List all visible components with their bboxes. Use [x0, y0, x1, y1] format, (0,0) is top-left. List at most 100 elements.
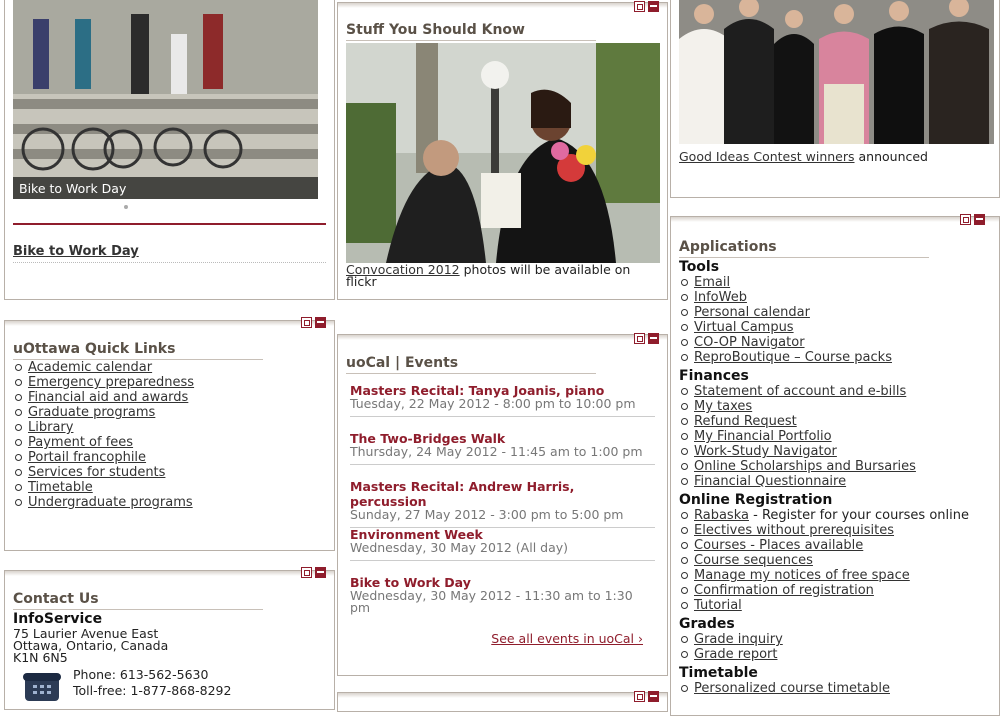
- app-link[interactable]: Manage my notices of free space: [694, 568, 910, 583]
- contest-link[interactable]: Good Ideas Contest winners: [679, 149, 855, 164]
- app-list-item[interactable]: Virtual Campus: [679, 320, 994, 335]
- quick-links-title: uOttawa Quick Links: [13, 341, 263, 360]
- app-list-item[interactable]: Online Scholarships and Bursaries: [679, 459, 994, 474]
- next-portlet: [337, 691, 668, 712]
- rabaska-link[interactable]: Rabaska: [694, 508, 749, 523]
- bike-photo[interactable]: Bike to Work Day: [13, 0, 318, 199]
- quick-link-item[interactable]: Graduate programs: [13, 405, 194, 420]
- app-list-item[interactable]: Manage my notices of free space: [679, 568, 994, 583]
- app-list-item[interactable]: Courses - Places available: [679, 538, 994, 553]
- app-list-item[interactable]: ReproBoutique – Course packs: [679, 350, 994, 365]
- quick-link[interactable]: Financial aid and awards: [28, 390, 188, 405]
- event-item: Bike to Work Day Wednesday, 30 May 2012 -…: [350, 575, 655, 620]
- convocation-photo[interactable]: [346, 43, 660, 263]
- slide-dot[interactable]: [124, 205, 128, 209]
- app-list-item[interactable]: Electives without prerequisites: [679, 523, 994, 538]
- quick-link-item[interactable]: Emergency preparedness: [13, 375, 194, 390]
- app-list-item[interactable]: Tutorial: [679, 598, 994, 613]
- minimize-icon[interactable]: [648, 333, 659, 344]
- app-list-item[interactable]: Statement of account and e-bills: [679, 384, 994, 399]
- restore-icon[interactable]: [634, 691, 645, 702]
- quick-link-item[interactable]: Timetable: [13, 480, 194, 495]
- contact-phone: Phone: 613-562-5630: [73, 667, 209, 682]
- minimize-icon[interactable]: [648, 691, 659, 702]
- app-link[interactable]: ReproBoutique – Course packs: [694, 350, 892, 365]
- app-link[interactable]: Personalized course timetable: [694, 681, 890, 696]
- app-list-item[interactable]: Financial Questionnaire: [679, 474, 994, 489]
- contest-photo[interactable]: [679, 0, 994, 144]
- quick-link-item[interactable]: Services for students: [13, 465, 194, 480]
- quick-link[interactable]: Graduate programs: [28, 405, 155, 420]
- app-list-item[interactable]: CO-OP Navigator: [679, 335, 994, 350]
- app-link[interactable]: Statement of account and e-bills: [694, 384, 906, 399]
- quick-link[interactable]: Undergraduate programs: [28, 495, 193, 510]
- app-link[interactable]: My taxes: [694, 399, 752, 414]
- app-link[interactable]: Confirmation of registration: [694, 583, 874, 598]
- portlet-topbar: [338, 693, 667, 698]
- app-link[interactable]: Financial Questionnaire: [694, 474, 846, 489]
- app-link[interactable]: Electives without prerequisites: [694, 523, 894, 538]
- app-link[interactable]: Tutorial: [694, 598, 742, 613]
- bike-to-work-link[interactable]: Bike to Work Day: [13, 244, 139, 259]
- restore-icon[interactable]: [960, 214, 971, 225]
- app-link[interactable]: Refund Request: [694, 414, 797, 429]
- app-list-item[interactable]: Confirmation of registration: [679, 583, 994, 598]
- app-link[interactable]: Course sequences: [694, 553, 813, 568]
- app-list-item[interactable]: Personal calendar: [679, 305, 994, 320]
- quick-link[interactable]: Emergency preparedness: [28, 375, 194, 390]
- quick-link-item[interactable]: Library: [13, 420, 194, 435]
- quick-link[interactable]: Library: [28, 420, 73, 435]
- restore-icon[interactable]: [301, 567, 312, 578]
- app-list-registration: Rabaska - Register for your courses onli…: [679, 508, 994, 613]
- quick-links-list: Academic calendar Emergency preparedness F…: [13, 360, 194, 510]
- minimize-icon[interactable]: [648, 1, 659, 12]
- rabaska-description: - Register for your courses online: [748, 508, 969, 523]
- contest-rest: announced: [854, 149, 928, 164]
- app-list-item[interactable]: Rabaska - Register for your courses onli…: [679, 508, 994, 523]
- app-list-item[interactable]: Personalized course timetable: [679, 681, 994, 696]
- app-link[interactable]: Grade report: [694, 647, 777, 662]
- app-link[interactable]: Online Scholarships and Bursaries: [694, 459, 916, 474]
- app-list-item[interactable]: Course sequences: [679, 553, 994, 568]
- app-list-timetable: Personalized course timetable: [679, 681, 994, 696]
- quick-link[interactable]: Portail francophile: [28, 450, 146, 465]
- app-list-item[interactable]: InfoWeb: [679, 290, 994, 305]
- app-list-item[interactable]: Grade inquiry: [679, 632, 994, 647]
- app-link[interactable]: Email: [694, 275, 730, 290]
- quick-link-item[interactable]: Undergraduate programs: [13, 495, 194, 510]
- app-list-item[interactable]: Refund Request: [679, 414, 994, 429]
- quick-link[interactable]: Timetable: [28, 480, 93, 495]
- see-all-events-link[interactable]: See all events in uoCal ›: [491, 631, 643, 646]
- app-link[interactable]: Work-Study Navigator: [694, 444, 837, 459]
- app-link[interactable]: Personal calendar: [694, 305, 810, 320]
- event-title[interactable]: Masters Recital: Andrew Harris, percussi…: [350, 479, 655, 509]
- quick-link-item[interactable]: Portail francophile: [13, 450, 194, 465]
- quick-link-item[interactable]: Payment of fees: [13, 435, 194, 450]
- app-link[interactable]: CO-OP Navigator: [694, 335, 805, 350]
- app-list-item[interactable]: Work-Study Navigator: [679, 444, 994, 459]
- quick-link-item[interactable]: Financial aid and awards: [13, 390, 194, 405]
- minimize-icon[interactable]: [974, 214, 985, 225]
- quick-link[interactable]: Services for students: [28, 465, 165, 480]
- app-section-heading: Online Registration: [679, 492, 833, 508]
- app-link[interactable]: My Financial Portfolio: [694, 429, 832, 444]
- app-link[interactable]: Grade inquiry: [694, 632, 783, 647]
- event-date: Tuesday, 22 May 2012 - 8:00 pm to 10:00 …: [350, 396, 636, 411]
- restore-icon[interactable]: [301, 317, 312, 328]
- restore-icon[interactable]: [634, 1, 645, 12]
- app-link[interactable]: Virtual Campus: [694, 320, 794, 335]
- app-link[interactable]: Courses - Places available: [694, 538, 863, 553]
- minimize-icon[interactable]: [315, 567, 326, 578]
- app-list-finances: Statement of account and e-bills My taxes…: [679, 384, 994, 489]
- quick-link-item[interactable]: Academic calendar: [13, 360, 194, 375]
- app-list-item[interactable]: My taxes: [679, 399, 994, 414]
- restore-icon[interactable]: [634, 333, 645, 344]
- quick-link[interactable]: Academic calendar: [28, 360, 152, 375]
- app-list-item[interactable]: Email: [679, 275, 994, 290]
- quick-link[interactable]: Payment of fees: [28, 435, 133, 450]
- app-list-item[interactable]: Grade report: [679, 647, 994, 662]
- app-link[interactable]: InfoWeb: [694, 290, 747, 305]
- app-list-item[interactable]: My Financial Portfolio: [679, 429, 994, 444]
- minimize-icon[interactable]: [315, 317, 326, 328]
- applications-title: Applications: [679, 239, 929, 258]
